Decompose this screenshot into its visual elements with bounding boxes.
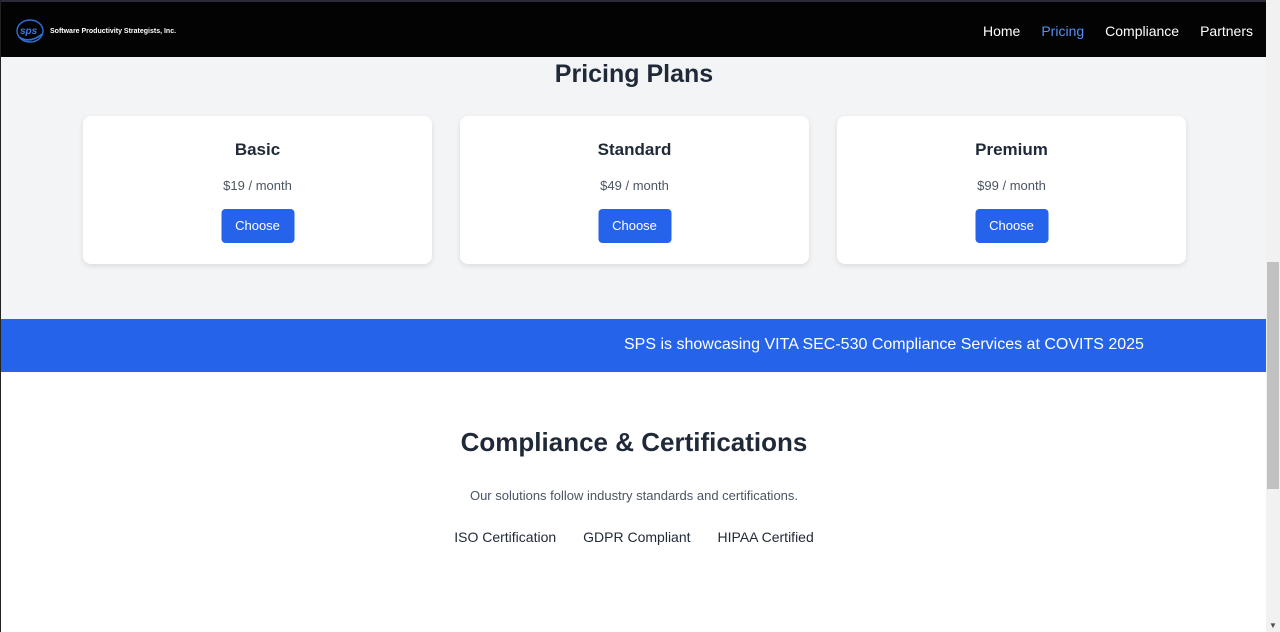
svg-text:sps: sps [20,26,38,37]
plan-card-standard: Standard $49 / month Choose [460,116,809,264]
nav-link-partners[interactable]: Partners [1200,23,1253,39]
banner-text[interactable]: SPS is showcasing VITA SEC-530 Complianc… [624,336,1144,354]
sps-logo-icon: sps [15,17,45,45]
brand-name: Software Productivity Strategists, Inc. [50,27,177,35]
announcement-banner: SPS is showcasing VITA SEC-530 Complianc… [1,319,1266,372]
brand[interactable]: sps Software Productivity Strategists, I… [15,16,176,46]
certification-list: ISO Certification GDPR Compliant HIPAA C… [1,529,1266,545]
certification-hipaa: HIPAA Certified [717,529,814,545]
pricing-title: Pricing Plans [554,60,714,88]
vertical-scrollbar[interactable]: ▼ [1266,0,1280,632]
plan-card-premium: Premium $99 / month Choose [837,116,1186,264]
certification-iso: ISO Certification [454,529,557,545]
choose-standard-button[interactable]: Choose [598,209,671,243]
page-viewport: sps Software Productivity Strategists, I… [0,0,1266,632]
nav-link-compliance[interactable]: Compliance [1105,23,1179,39]
plan-card-basic: Basic $19 / month Choose [83,116,432,264]
compliance-description: Our solutions follow industry standards … [469,488,799,503]
plan-name: Standard [597,140,672,159]
top-navbar: sps Software Productivity Strategists, I… [1,0,1266,57]
plan-name: Basic [234,140,281,159]
scrollbar-thumb[interactable] [1267,262,1279,489]
compliance-title: Compliance & Certifications [460,427,808,457]
scroll-down-arrow-icon[interactable]: ▼ [1266,618,1280,632]
pricing-section: Pricing Plans Basic $19 / month Choose S… [1,57,1266,319]
nav-link-home[interactable]: Home [983,23,1020,39]
compliance-section: Compliance & Certifications Our solution… [1,372,1266,632]
nav-link-pricing[interactable]: Pricing [1041,23,1084,39]
certification-gdpr: GDPR Compliant [583,529,691,545]
choose-basic-button[interactable]: Choose [221,209,294,243]
plan-name: Premium [975,140,1048,159]
plan-price: $19 / month [223,178,292,193]
main-nav: Home Pricing Compliance Partners [983,23,1253,39]
plan-price: $99 / month [977,178,1046,193]
plan-price: $49 / month [600,178,669,193]
choose-premium-button[interactable]: Choose [975,209,1048,243]
